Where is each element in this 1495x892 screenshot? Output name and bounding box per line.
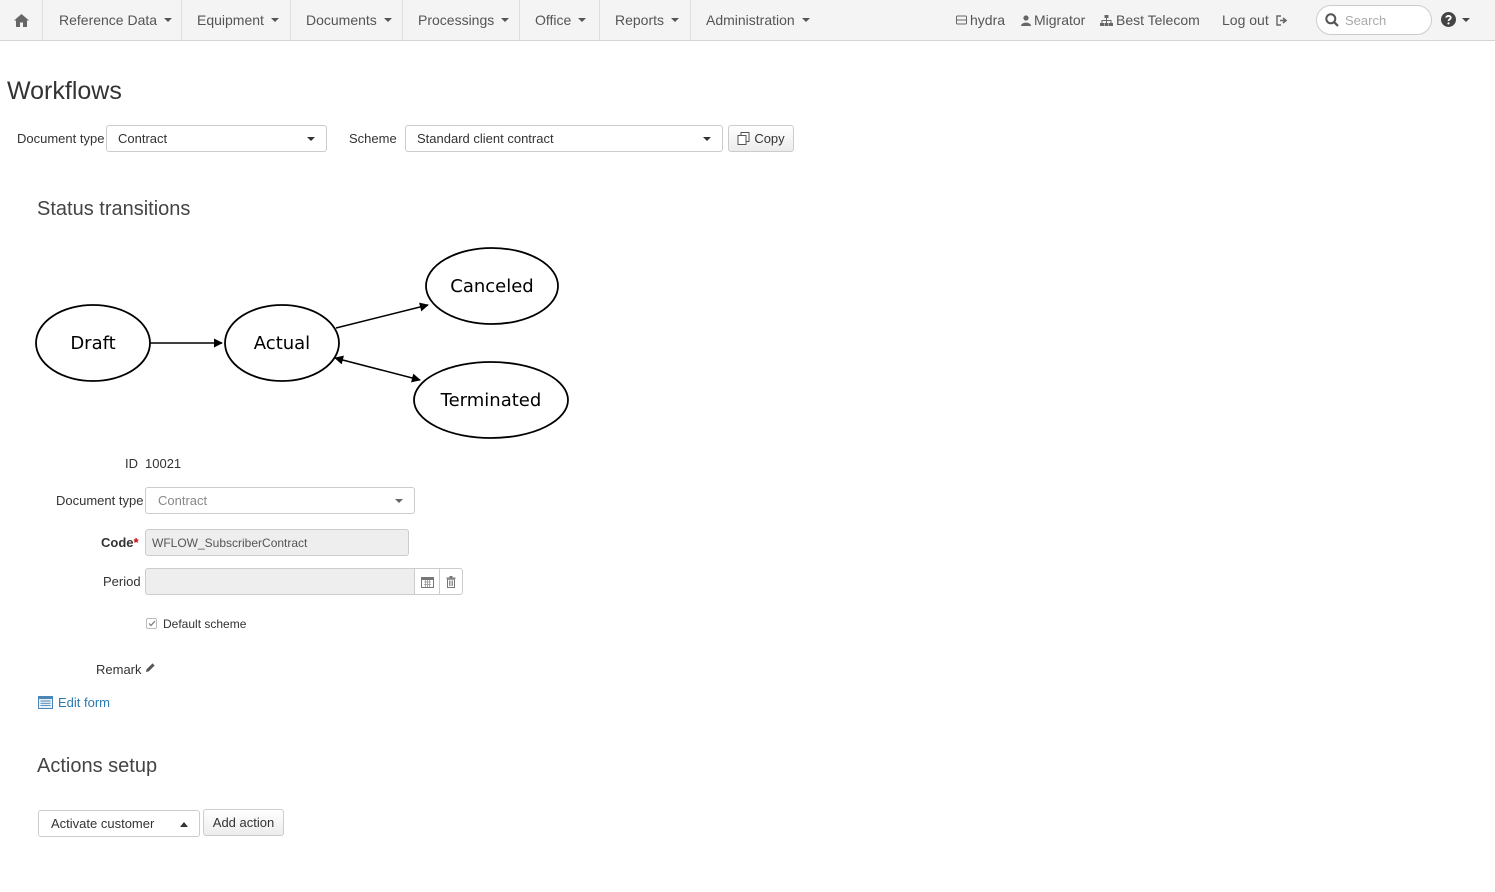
copy-icon bbox=[737, 132, 750, 145]
form-icon bbox=[38, 696, 53, 709]
menu-administration[interactable]: Administration bbox=[691, 0, 821, 40]
actions-setup-title: Actions setup bbox=[37, 755, 158, 777]
caret-down-icon bbox=[1462, 17, 1470, 22]
caret-up-icon bbox=[180, 822, 188, 827]
document-type-filter-label: Document type bbox=[17, 131, 105, 146]
search-box[interactable] bbox=[1316, 5, 1432, 35]
remark-label: Remark bbox=[96, 662, 142, 677]
calendar-icon bbox=[420, 576, 434, 588]
edit-form-link[interactable]: Edit form bbox=[38, 695, 110, 710]
page-title: Workflows bbox=[7, 77, 122, 105]
edge-actual-canceled bbox=[335, 302, 429, 329]
sitemap-icon bbox=[1100, 14, 1113, 26]
question-circle-icon bbox=[1441, 12, 1456, 27]
default-scheme-label: Default scheme bbox=[163, 617, 247, 631]
menu-reports[interactable]: Reports bbox=[600, 0, 691, 40]
menu-equipment[interactable]: Equipment bbox=[182, 0, 291, 40]
home-button[interactable] bbox=[0, 0, 43, 40]
status-transitions-graph: Draft Actual Canceled Terminated bbox=[35, 247, 569, 439]
caret-down-icon bbox=[164, 18, 173, 22]
caret-down-icon bbox=[703, 137, 711, 141]
id-value: 10021 bbox=[145, 456, 182, 471]
node-label: Draft bbox=[70, 333, 115, 354]
caret-down-icon bbox=[578, 18, 587, 22]
id-label: ID bbox=[125, 456, 138, 471]
menu-processings[interactable]: Processings bbox=[403, 0, 520, 40]
period-label: Period bbox=[103, 574, 141, 589]
node-draft[interactable]: Draft bbox=[35, 304, 151, 382]
check-icon bbox=[148, 620, 155, 627]
menu-office[interactable]: Office bbox=[520, 0, 600, 40]
action-select[interactable]: Activate customer bbox=[38, 810, 200, 837]
node-label: Actual bbox=[254, 333, 310, 354]
scheme-filter-label: Scheme bbox=[349, 131, 397, 146]
menu-documents[interactable]: Documents bbox=[291, 0, 403, 40]
caret-down-icon bbox=[307, 137, 315, 141]
edge-actual-terminated bbox=[334, 355, 421, 383]
menu-reference-data[interactable]: Reference Data bbox=[44, 0, 182, 40]
company-name[interactable]: Best Telecom bbox=[1100, 0, 1200, 40]
search-input[interactable] bbox=[1345, 12, 1427, 28]
period-field[interactable] bbox=[145, 568, 415, 595]
node-label: Terminated bbox=[440, 390, 542, 411]
clear-period-button[interactable] bbox=[439, 568, 463, 595]
caret-down-icon bbox=[383, 18, 392, 22]
document-type-field[interactable]: Contract bbox=[145, 487, 415, 514]
user-name[interactable]: Migrator bbox=[1021, 0, 1085, 40]
top-navbar: Reference Data Equipment Documents Proce… bbox=[0, 0, 1495, 41]
default-scheme-checkbox[interactable] bbox=[146, 618, 157, 629]
logout-link[interactable]: Log out bbox=[1222, 0, 1291, 40]
status-transitions-title: Status transitions bbox=[37, 198, 191, 220]
node-actual[interactable]: Actual bbox=[224, 304, 340, 382]
caret-down-icon bbox=[671, 18, 680, 22]
document-type-label: Document type bbox=[56, 493, 144, 508]
scheme-select[interactable]: Standard client contract bbox=[405, 125, 723, 152]
node-canceled[interactable]: Canceled bbox=[425, 247, 559, 325]
help-menu[interactable] bbox=[1441, 12, 1470, 27]
code-field[interactable]: WFLOW_SubscriberContract bbox=[145, 529, 409, 556]
caret-down-icon bbox=[801, 18, 810, 22]
copy-button[interactable]: Copy bbox=[728, 125, 794, 152]
search-icon bbox=[1325, 13, 1339, 27]
pencil-icon[interactable] bbox=[145, 662, 156, 673]
server-icon bbox=[956, 15, 967, 25]
node-terminated[interactable]: Terminated bbox=[413, 361, 569, 439]
caret-down-icon bbox=[501, 18, 510, 22]
home-icon bbox=[13, 13, 29, 27]
document-type-select[interactable]: Contract bbox=[106, 125, 327, 152]
trash-icon bbox=[446, 575, 456, 588]
user-host[interactable]: hydra bbox=[956, 0, 1005, 40]
sign-out-icon bbox=[1276, 14, 1287, 26]
add-action-button[interactable]: Add action bbox=[203, 809, 284, 836]
code-label: Code* bbox=[101, 535, 139, 550]
caret-down-icon bbox=[270, 18, 279, 22]
calendar-button[interactable] bbox=[414, 568, 440, 595]
user-icon bbox=[1021, 14, 1031, 26]
caret-down-icon bbox=[395, 499, 403, 503]
node-label: Canceled bbox=[450, 276, 533, 297]
